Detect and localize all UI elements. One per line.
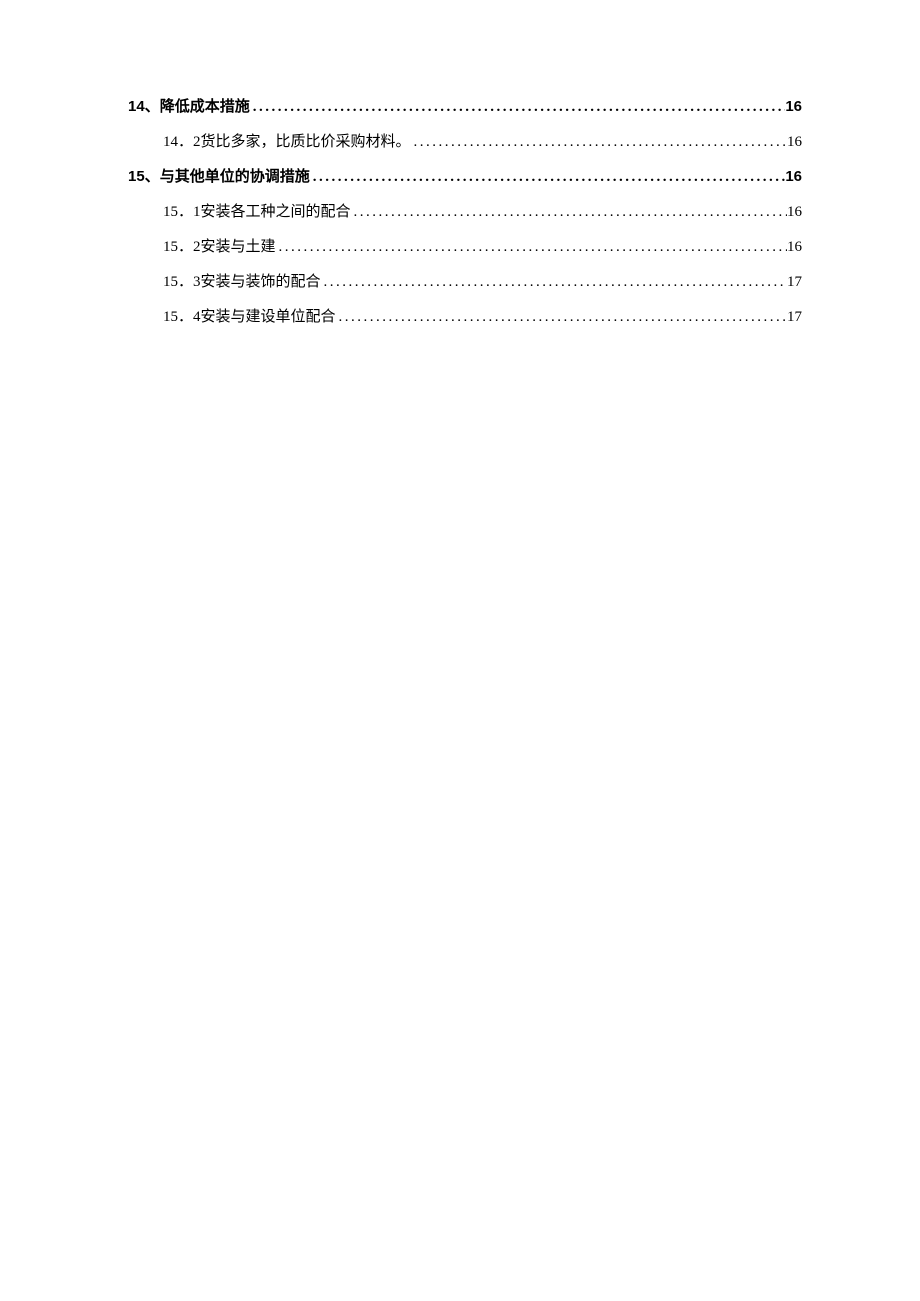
toc-page: 16	[787, 239, 802, 256]
toc-entry-15-3: 15．3 安装与装饰的配合 17	[128, 270, 802, 291]
toc-number: 15．4	[163, 305, 201, 326]
toc-entry-15-2: 15．2 安装与土建 16	[128, 235, 802, 256]
toc-dots	[276, 239, 787, 256]
toc-number: 14、	[128, 95, 160, 116]
toc-entry-14: 14、 降低成本措施 16	[128, 95, 802, 116]
toc-dots	[250, 99, 786, 116]
toc-title: 降低成本措施	[160, 95, 250, 116]
toc-page: 16	[787, 204, 802, 221]
toc-page: 17	[787, 274, 802, 291]
toc-dots	[411, 134, 787, 151]
toc-dots	[321, 274, 787, 291]
toc-dots	[336, 309, 787, 326]
toc-page: 16	[787, 134, 802, 151]
toc-page: 16	[785, 168, 802, 185]
toc-entry-15-1: 15．1 安装各工种之间的配合 16	[128, 200, 802, 221]
toc-entry-14-2: 14．2 货比多家，比质比价采购材料。 16	[128, 130, 802, 151]
toc-title: 安装与装饰的配合	[201, 270, 321, 291]
toc-number: 15．1	[163, 200, 201, 221]
toc-page: 17	[787, 309, 802, 326]
toc-dots	[351, 204, 787, 221]
toc-title: 安装与建设单位配合	[201, 305, 336, 326]
toc-number: 15．3	[163, 270, 201, 291]
toc-number: 14．2	[163, 130, 201, 151]
toc-entry-15: 15、 与其他单位的协调措施 16	[128, 165, 802, 186]
toc-dots	[310, 169, 786, 186]
toc-title: 安装与土建	[201, 235, 276, 256]
toc-title: 与其他单位的协调措施	[160, 165, 310, 186]
toc-container: 14、 降低成本措施 16 14．2 货比多家，比质比价采购材料。 16 15、…	[128, 95, 802, 326]
toc-entry-15-4: 15．4 安装与建设单位配合 17	[128, 305, 802, 326]
toc-title: 安装各工种之间的配合	[201, 200, 351, 221]
toc-page: 16	[785, 98, 802, 115]
toc-number: 15、	[128, 165, 160, 186]
toc-title: 货比多家，比质比价采购材料。	[201, 130, 411, 151]
toc-number: 15．2	[163, 235, 201, 256]
